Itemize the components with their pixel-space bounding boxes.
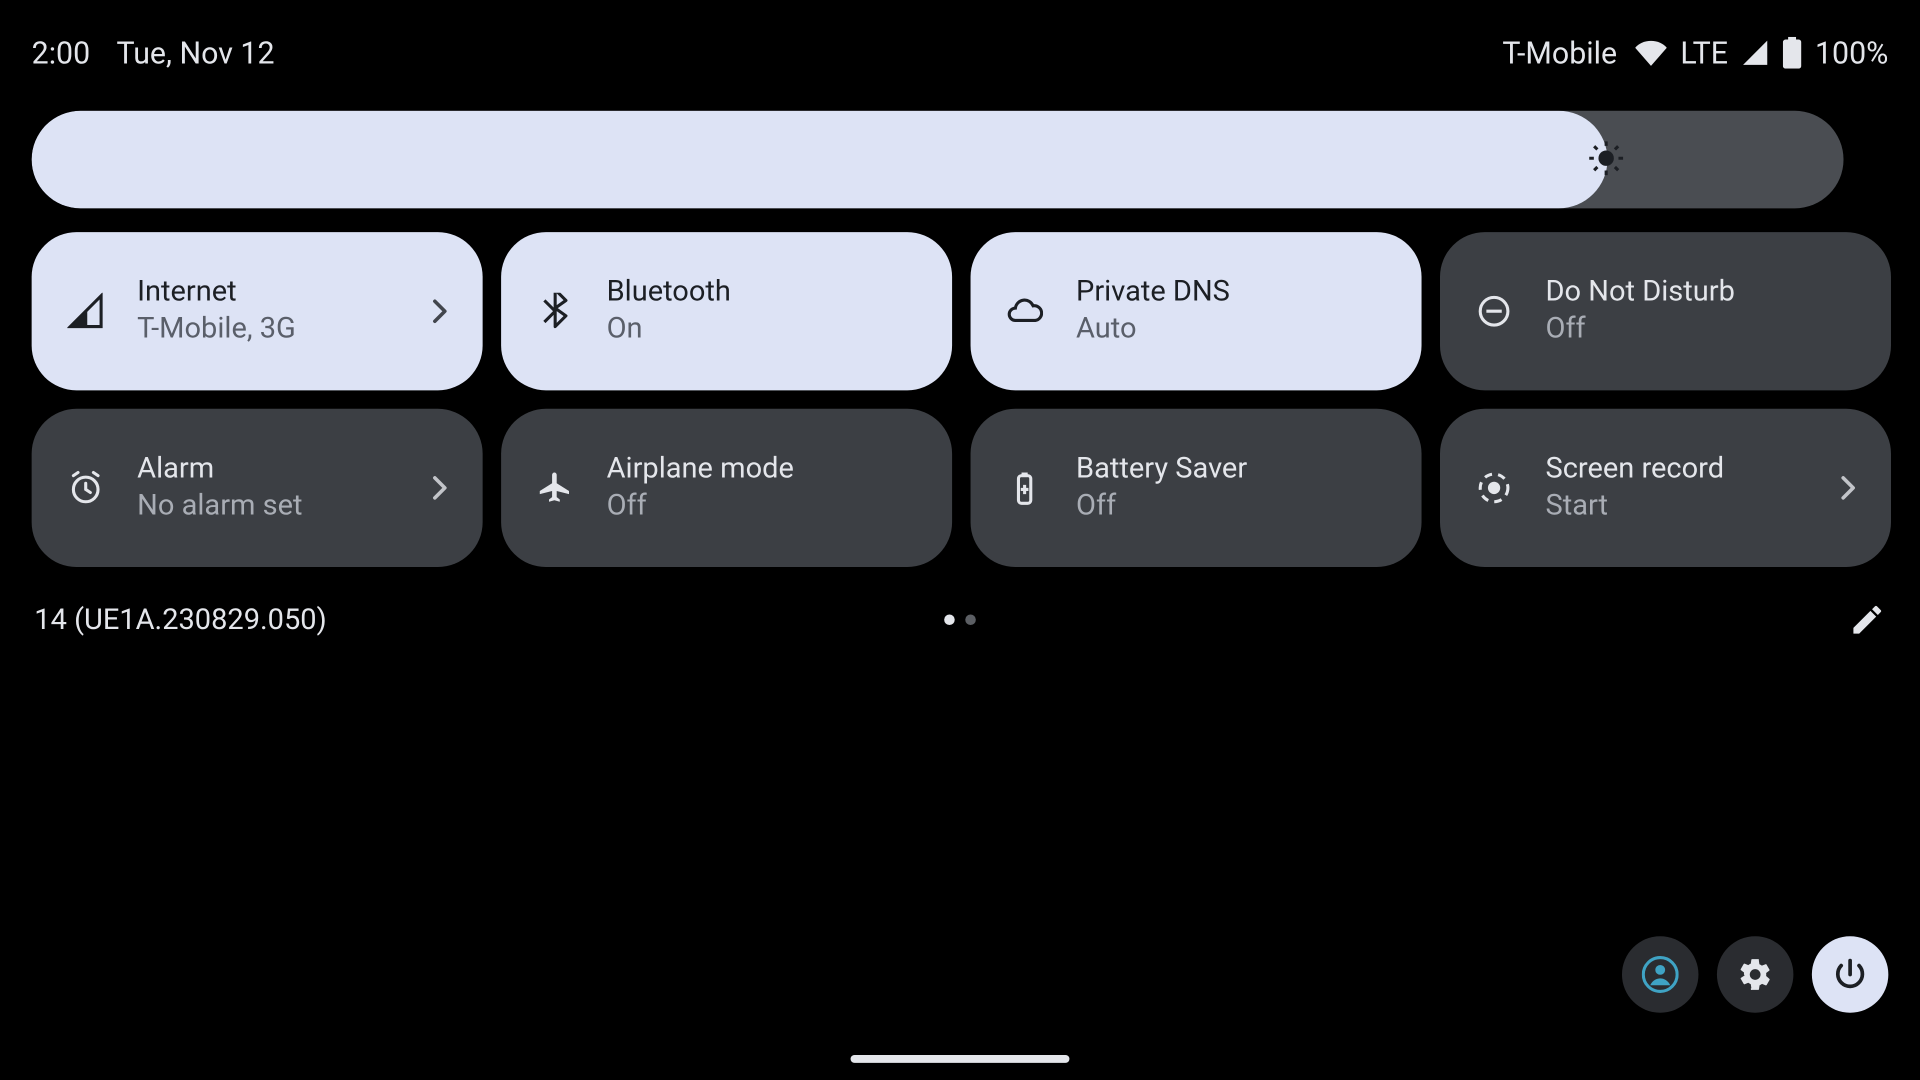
tile-alarm[interactable]: AlarmNo alarm set [32,409,483,567]
tile-title: Airplane mode [607,452,794,487]
chevron-right-icon [422,294,456,328]
tile-sub: No alarm set [137,489,302,524]
tile-private-dns[interactable]: Private DNSAuto [971,232,1422,390]
airplane-icon [535,468,575,508]
cell-signal-icon [1741,38,1770,67]
quick-settings-footer: 14 (UE1A.230829.050) [34,599,1885,641]
brightness-icon [1588,140,1628,180]
battery-icon [1005,468,1045,508]
status-battery: 100% [1815,35,1888,71]
chevron-right-icon [422,471,456,505]
tile-sub: Off [1545,313,1734,348]
brightness-fill [32,111,1608,209]
tile-do-not-disturb[interactable]: Do Not DisturbOff [1440,232,1891,390]
tile-title: Alarm [137,452,302,487]
tile-sub: Auto [1076,313,1230,348]
tile-bluetooth[interactable]: BluetoothOn [501,232,952,390]
tile-title: Private DNS [1076,275,1230,310]
tile-airplane-mode[interactable]: Airplane modeOff [501,409,952,567]
brightness-slider[interactable] [32,111,1844,209]
tile-sub: Off [1076,489,1247,524]
signal-icon [66,291,106,331]
build-version: 14 (UE1A.230829.050) [34,603,326,636]
tile-title: Internet [137,275,296,310]
power-button[interactable] [1812,936,1888,1012]
system-buttons [1622,936,1888,1012]
cloud-icon [1005,291,1045,331]
user-switch-button[interactable] [1622,936,1698,1012]
page-dot [944,615,955,626]
record-icon [1474,468,1514,508]
settings-button[interactable] [1717,936,1793,1012]
status-bar: 2:00 Tue, Nov 12 T-Mobile LTE 100% [32,29,1889,76]
edit-tiles-button[interactable] [1849,601,1886,638]
quick-settings-tiles: InternetT-Mobile, 3GBluetoothOnPrivate D… [32,232,1891,567]
status-date: Tue, Nov 12 [117,35,275,71]
tile-internet[interactable]: InternetT-Mobile, 3G [32,232,483,390]
chevron-right-icon [1830,471,1864,505]
tile-sub: On [607,313,731,348]
status-network: LTE [1680,35,1728,71]
tile-title: Screen record [1545,452,1724,487]
tile-title: Do Not Disturb [1545,275,1734,310]
status-time: 2:00 [32,35,90,71]
tile-sub: Off [607,489,794,524]
wifi-icon [1636,37,1668,69]
tile-sub: Start [1545,489,1724,524]
tile-sub: T-Mobile, 3G [137,313,296,348]
status-carrier: T-Mobile [1502,35,1617,71]
tile-title: Battery Saver [1076,452,1247,487]
tile-title: Bluetooth [607,275,731,310]
tile-screen-record[interactable]: Screen recordStart [1440,409,1891,567]
bluetooth-icon [535,291,575,331]
battery-icon [1783,37,1801,69]
page-indicator [944,615,976,626]
alarm-icon [66,468,106,508]
page-dot [965,615,976,626]
tile-battery-saver[interactable]: Battery SaverOff [971,409,1422,567]
dnd-icon [1474,291,1514,331]
nav-gesture-pill[interactable] [851,1055,1070,1063]
